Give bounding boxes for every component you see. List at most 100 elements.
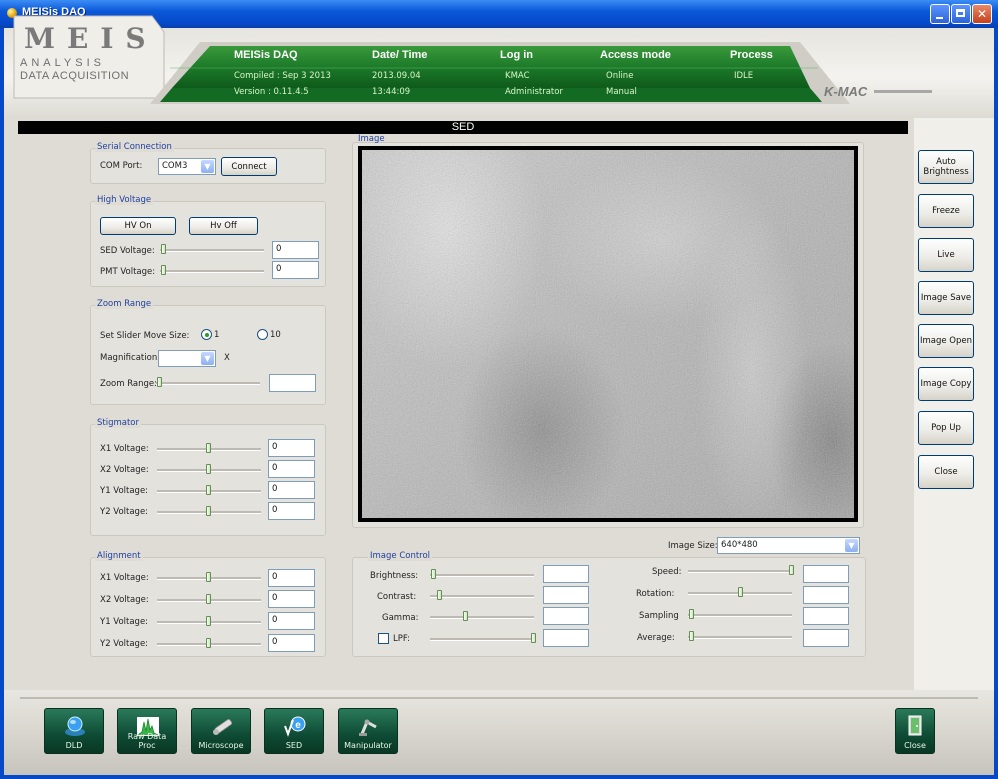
brightness-input[interactable] [543,565,589,583]
manipulator-button[interactable]: Manipulator [338,708,398,754]
align-x2-label: X2 Voltage: [100,595,149,605]
pop-up-button[interactable]: Pop Up [918,411,974,445]
magnification-select[interactable]: ▼ [158,350,216,367]
maximize-icon [956,9,965,17]
lpf-slider[interactable] [531,633,536,643]
hv-off-button[interactable]: Hv Off [189,217,258,235]
dld-button[interactable]: DLD [44,708,104,754]
speed-slider[interactable] [789,565,794,575]
align-x1-slider[interactable] [206,572,211,582]
zoom-range-slider[interactable] [157,377,162,387]
align-x2-slider[interactable] [206,594,211,604]
logo-analysis: ANALYSIS [20,57,105,69]
image-size-label: Image Size: [668,541,718,551]
image-open-button[interactable]: Image Open [918,324,974,358]
slider-move-size-label: Set Slider Move Size: [100,331,190,341]
auto-brightness-button[interactable]: Auto Brightness [918,150,974,184]
gamma-input[interactable] [543,607,589,625]
sampling-input[interactable] [803,607,849,625]
average-input[interactable] [803,629,849,647]
gamma-slider[interactable] [463,611,468,621]
image-size-select[interactable]: 640*480 ▼ [717,537,860,554]
raw-data-proc-button[interactable]: Raw Data Proc [117,708,177,754]
window-frame-bottom [0,775,998,779]
pmt-voltage-input[interactable]: 0 [272,261,319,279]
average-slider[interactable] [689,631,694,641]
stig-x2-slider[interactable] [206,464,211,474]
stigmator-title: Stigmator [95,418,142,428]
minimize-button[interactable] [930,4,950,24]
sed-title-bar: SED [18,121,908,134]
stig-x1-slider[interactable] [206,443,211,453]
dock-close-label: Close [904,741,926,750]
rotation-input[interactable] [803,586,849,604]
dld-label: DLD [65,741,83,750]
com-port-value: COM3 [162,161,188,171]
maximize-button[interactable] [951,4,971,24]
header-access-label: Access mode [600,49,671,61]
sed-image-view[interactable] [358,146,858,522]
pmt-voltage-slider[interactable] [161,265,166,275]
manipulator-label: Manipulator [344,741,392,750]
sampling-track [688,614,792,617]
stig-y1-slider[interactable] [206,485,211,495]
align-x2-input[interactable]: 0 [268,590,315,608]
align-y1-slider[interactable] [206,616,211,626]
com-port-select[interactable]: COM3 ▼ [158,158,216,175]
sed-image [362,150,854,518]
sed-voltage-input[interactable]: 0 [272,241,319,259]
move-size-10-label: 10 [270,330,281,340]
dock-divider [20,697,978,699]
align-y1-input[interactable]: 0 [268,612,315,630]
image-save-button[interactable]: Image Save [918,281,974,315]
rotation-label: Rotation: [636,589,675,599]
move-size-1-radio[interactable] [201,329,212,340]
rotation-slider[interactable] [738,587,743,597]
stig-y2-slider[interactable] [206,506,211,516]
serial-connection-title: Serial Connection [95,142,174,152]
dock-close-button[interactable]: Close [895,708,935,754]
lpf-input[interactable] [543,629,589,647]
image-control-title: Image Control [368,551,433,561]
live-button[interactable]: Live [918,238,974,272]
move-size-10-radio[interactable] [257,329,268,340]
sampling-slider[interactable] [689,609,694,619]
sed-voltage-track [160,249,264,252]
brightness-slider[interactable] [431,569,436,579]
align-y2-slider[interactable] [206,638,211,648]
average-label: Average: [637,633,675,643]
lpf-label: LPF: [393,634,410,644]
lpf-checkbox[interactable] [378,633,389,644]
sed-voltage-slider[interactable] [161,244,166,254]
gamma-track [430,616,534,619]
logo-data-acquisition: DATA ACQUISITION [20,70,130,82]
align-x1-input[interactable]: 0 [268,569,315,587]
globe-icon [65,716,85,736]
contrast-slider[interactable] [437,590,442,600]
stig-x1-label: X1 Voltage: [100,444,149,454]
contrast-input[interactable] [543,586,589,604]
connect-button[interactable]: Connect [221,157,277,176]
align-y2-input[interactable]: 0 [268,634,315,652]
speed-input[interactable] [803,565,849,583]
hv-on-button[interactable]: HV On [100,217,176,235]
radio-selected-dot [205,333,209,337]
contrast-track [430,595,534,598]
stig-x1-input[interactable]: 0 [268,439,315,457]
stig-x2-input[interactable]: 0 [268,460,315,478]
image-copy-button[interactable]: Image Copy [918,367,974,401]
sed-button[interactable]: e SED [264,708,324,754]
chevron-down-icon: ▼ [845,539,858,552]
freeze-button[interactable]: Freeze [918,194,974,228]
zoom-range-input[interactable] [269,374,316,392]
minimize-icon [936,17,943,19]
chevron-down-icon: ▼ [201,352,214,365]
close-window-button[interactable]: ✕ [972,4,992,24]
microscope-button[interactable]: Microscope [191,708,251,754]
close-button[interactable]: Close [918,455,974,489]
zoom-range-label: Zoom Range: [100,379,158,389]
header-app-label: MEISis DAQ [234,49,298,61]
stig-y1-input[interactable]: 0 [268,481,315,499]
stig-y2-input[interactable]: 0 [268,502,315,520]
image-noise [362,150,854,518]
